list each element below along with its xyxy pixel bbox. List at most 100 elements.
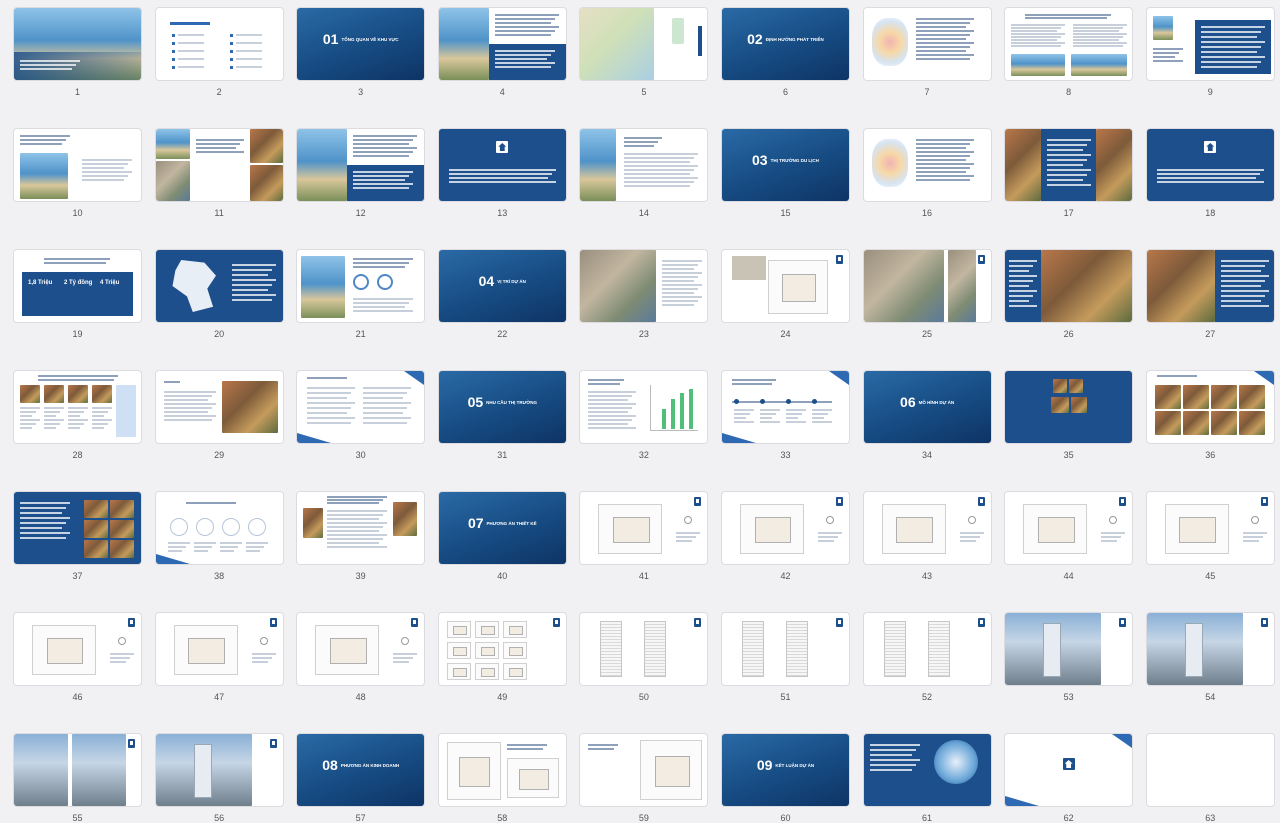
slide-thumbnail[interactable]: 17 [1005, 129, 1133, 218]
slide-preview[interactable] [438, 129, 566, 201]
slide-thumbnail[interactable]: 4 [438, 8, 566, 97]
slide-preview[interactable]: 04 VỊ TRÍ DỰ ÁN [438, 250, 566, 322]
slide-preview[interactable] [1146, 734, 1274, 806]
slide-preview[interactable] [1146, 492, 1274, 564]
slide-thumbnail[interactable]: 30 [297, 371, 425, 460]
slide-preview[interactable] [580, 129, 708, 201]
slide-preview[interactable]: 03 THỊ TRƯỜNG DU LỊCH [721, 129, 849, 201]
slide-thumbnail[interactable]: 02 ĐỊNH HƯỚNG PHÁT TRIỂN 6 [721, 8, 849, 97]
slide-preview[interactable] [297, 129, 425, 201]
slide-thumbnail[interactable]: 11 [155, 129, 283, 218]
slide-thumbnail[interactable]: 03 THỊ TRƯỜNG DU LỊCH 15 [721, 129, 849, 218]
slide-thumbnail[interactable]: 37 [14, 492, 141, 581]
slide-preview[interactable] [863, 492, 991, 564]
slide-thumbnail[interactable]: 47 [155, 613, 283, 702]
slide-thumbnail[interactable]: 1,8 Triệu 2 Tỷ đồng 4 Triệu 19 [14, 250, 141, 339]
slide-thumbnail[interactable]: 24 [721, 250, 849, 339]
slide-thumbnail[interactable]: 16 [863, 129, 991, 218]
slide-thumbnail[interactable]: 56 [155, 734, 283, 823]
slide-thumbnail[interactable]: 1 [14, 8, 141, 97]
slide-preview[interactable]: 1,8 Triệu 2 Tỷ đồng 4 Triệu [14, 250, 141, 322]
slide-preview[interactable] [580, 8, 708, 80]
slide-thumbnail[interactable]: 45 [1146, 492, 1274, 581]
slide-preview[interactable] [297, 250, 425, 322]
slide-thumbnail[interactable]: 41 [580, 492, 708, 581]
slide-preview[interactable]: 05 NHU CẦU THỊ TRƯỜNG [438, 371, 566, 443]
slide-thumbnail[interactable]: 32 [580, 371, 708, 460]
slide-thumbnail[interactable]: 08 PHƯƠNG ÁN KINH DOANH 57 [297, 734, 425, 823]
slide-thumbnail[interactable]: 49 [438, 613, 566, 702]
slide-preview[interactable] [1005, 613, 1133, 685]
slide-thumbnail[interactable]: 61 [863, 734, 991, 823]
slide-thumbnail[interactable]: 18 [1146, 129, 1274, 218]
slide-thumbnail[interactable]: 09 KẾT LUẬN DỰ ÁN 60 [721, 734, 849, 823]
slide-preview[interactable] [1146, 129, 1274, 201]
slide-preview[interactable] [1146, 250, 1274, 322]
slide-preview[interactable] [155, 371, 283, 443]
slide-preview[interactable]: 01 TỔNG QUAN VỀ KHU VỰC [297, 8, 425, 80]
slide-preview[interactable] [1005, 492, 1133, 564]
slide-preview[interactable] [155, 250, 283, 322]
slide-thumbnail[interactable]: 14 [580, 129, 708, 218]
slide-preview[interactable] [14, 613, 141, 685]
slide-preview[interactable] [721, 492, 849, 564]
slide-thumbnail[interactable]: 44 [1005, 492, 1133, 581]
slide-thumbnail[interactable]: 48 [297, 613, 425, 702]
slide-thumbnail[interactable]: 63 [1146, 734, 1274, 823]
slide-thumbnail[interactable]: 05 NHU CẦU THỊ TRƯỜNG 31 [438, 371, 566, 460]
slide-preview[interactable]: 02 ĐỊNH HƯỚNG PHÁT TRIỂN [721, 8, 849, 80]
slide-preview[interactable] [155, 613, 283, 685]
slide-preview[interactable]: 08 PHƯƠNG ÁN KINH DOANH [297, 734, 425, 806]
slide-preview[interactable] [438, 613, 566, 685]
slide-thumbnail[interactable]: 53 [1005, 613, 1133, 702]
slide-preview[interactable] [580, 250, 708, 322]
slide-preview[interactable] [1005, 129, 1133, 201]
slide-thumbnail[interactable]: 39 [297, 492, 425, 581]
slide-preview[interactable] [1005, 734, 1133, 806]
slide-preview[interactable]: 07 PHƯƠNG ÁN THIẾT KẾ [438, 492, 566, 564]
slide-preview[interactable] [297, 613, 425, 685]
slide-thumbnail[interactable]: 35 [1005, 371, 1133, 460]
slide-thumbnail[interactable]: 06 MÔ HÌNH DỰ ÁN 34 [863, 371, 991, 460]
slide-preview[interactable] [1005, 371, 1133, 443]
slide-preview[interactable]: 09 KẾT LUẬN DỰ ÁN [721, 734, 849, 806]
slide-preview[interactable] [863, 8, 991, 80]
slide-preview[interactable] [14, 492, 141, 564]
slide-preview[interactable] [438, 734, 566, 806]
slide-preview[interactable] [721, 371, 849, 443]
slide-preview[interactable] [438, 8, 566, 80]
slide-thumbnail[interactable]: 5 [580, 8, 708, 97]
slide-preview[interactable] [155, 492, 283, 564]
slide-thumbnail[interactable]: 26 [1005, 250, 1133, 339]
slide-thumbnail[interactable]: 28 [14, 371, 141, 460]
slide-preview[interactable] [580, 492, 708, 564]
slide-preview[interactable] [297, 492, 425, 564]
slide-preview[interactable] [580, 613, 708, 685]
slide-preview[interactable] [155, 734, 283, 806]
slide-preview[interactable] [1005, 8, 1133, 80]
slide-thumbnail[interactable]: 9 [1146, 8, 1274, 97]
slide-thumbnail[interactable]: 54 [1146, 613, 1274, 702]
slide-thumbnail[interactable]: 21 [297, 250, 425, 339]
slide-thumbnail[interactable]: 62 [1005, 734, 1133, 823]
slide-thumbnail[interactable]: 58 [438, 734, 566, 823]
slide-preview[interactable] [155, 8, 283, 80]
slide-preview[interactable] [14, 371, 141, 443]
slide-thumbnail[interactable]: 20 [155, 250, 283, 339]
slide-thumbnail[interactable]: 23 [580, 250, 708, 339]
slide-thumbnail[interactable]: 01 TỔNG QUAN VỀ KHU VỰC 3 [297, 8, 425, 97]
slide-thumbnail[interactable]: 27 [1146, 250, 1274, 339]
slide-preview[interactable] [721, 613, 849, 685]
slide-thumbnail[interactable]: 43 [863, 492, 991, 581]
slide-thumbnail[interactable]: 42 [721, 492, 849, 581]
slide-thumbnail[interactable]: 25 [863, 250, 991, 339]
slide-preview[interactable] [1005, 250, 1133, 322]
slide-thumbnail[interactable]: 2 [155, 8, 283, 97]
slide-preview[interactable] [1146, 613, 1274, 685]
slide-preview[interactable] [14, 734, 141, 806]
slide-thumbnail[interactable]: 38 [155, 492, 283, 581]
slide-thumbnail[interactable]: 7 [863, 8, 991, 97]
slide-thumbnail[interactable]: 59 [580, 734, 708, 823]
slide-preview[interactable] [1146, 371, 1274, 443]
slide-thumbnail[interactable]: 33 [721, 371, 849, 460]
